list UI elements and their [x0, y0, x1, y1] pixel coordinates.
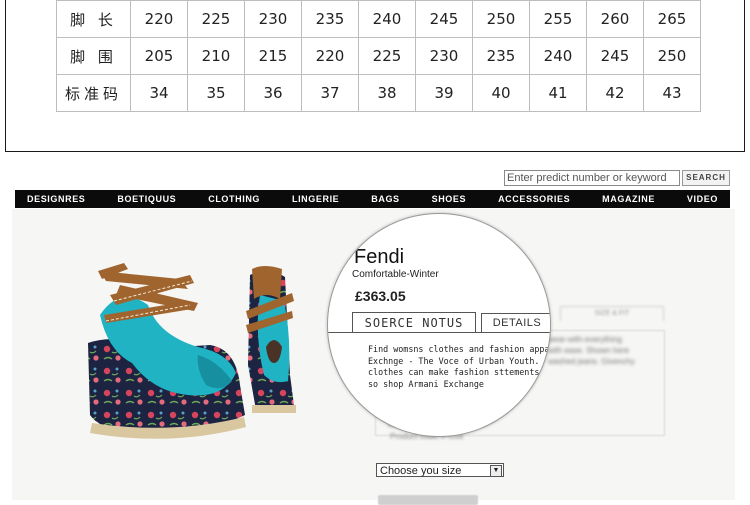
size-row-label: 脚 长 — [56, 0, 131, 38]
magnifier-lens: Fendi Comfortable-Winter £363.05 SOERCE … — [327, 213, 551, 437]
description-line: Find womsns clothes and fashion appar — [368, 344, 551, 354]
size-cell: 36 — [244, 74, 302, 112]
size-cell: 240 — [358, 0, 416, 38]
size-cell: 210 — [187, 37, 245, 75]
product-image — [80, 255, 305, 450]
size-cell: 41 — [529, 74, 587, 112]
size-cell: 230 — [244, 0, 302, 38]
main-nav: DESIGNRES BOETIQUUS CLOTHING LINGERIE BAGS SH… — [15, 190, 730, 208]
nav-item-magazine[interactable]: MAGAZINE — [602, 194, 655, 204]
size-cell: 235 — [472, 37, 530, 75]
size-row: 脚 围 205 210 215 220 225 230 235 240 245 250 — [56, 37, 701, 75]
tab-details[interactable]: DETAILS — [481, 313, 550, 333]
product-price: £363.05 — [355, 288, 406, 304]
nav-item-lingerie[interactable]: LINGERIE — [292, 194, 339, 204]
add-to-cart-button[interactable] — [378, 495, 478, 505]
size-row-label: 标准码 — [56, 74, 131, 112]
size-chart-table: 脚 长 220 225 230 235 240 245 250 255 260 265 脚 围 205 2… — [56, 0, 701, 112]
nav-item-accessories[interactable]: ACCESSORIES — [498, 194, 570, 204]
size-cell: 265 — [643, 0, 701, 38]
product-brand: Fendi — [354, 246, 405, 268]
description-line: clothes can make fashion sttements — [368, 367, 540, 377]
size-cell: 250 — [643, 37, 701, 75]
size-row-label: 脚 围 — [56, 37, 131, 75]
size-cell: 230 — [415, 37, 473, 75]
size-cell: 235 — [301, 0, 359, 38]
size-cell: 245 — [415, 0, 473, 38]
size-cell: 225 — [187, 0, 245, 38]
size-cell: 245 — [586, 37, 644, 75]
nav-item-video[interactable]: VIDEO — [687, 194, 718, 204]
size-cell: 260 — [586, 0, 644, 38]
size-select-value: Choose you size — [380, 465, 462, 477]
size-cell: 37 — [301, 74, 359, 112]
size-cell: 220 — [130, 0, 188, 38]
size-cell: 42 — [586, 74, 644, 112]
size-cell: 205 — [130, 37, 188, 75]
search-input[interactable]: Enter predict number or keyword — [504, 170, 680, 186]
size-select[interactable]: Choose you size ▼ — [376, 463, 504, 477]
size-cell: 40 — [472, 74, 530, 112]
size-row: 脚 长 220 225 230 235 240 245 250 255 260 265 — [56, 0, 701, 38]
product-description: Find womsns clothes and fashion appar Ex… — [368, 344, 551, 390]
description-line: so shop Armani Exchange — [368, 378, 484, 389]
tab-divider — [328, 332, 550, 333]
size-cell: 220 — [301, 37, 359, 75]
nav-item-bags[interactable]: BAGS — [371, 194, 399, 204]
search-button[interactable]: SEARCH — [682, 170, 730, 186]
size-cell: 240 — [529, 37, 587, 75]
size-cell: 43 — [643, 74, 701, 112]
size-cell: 225 — [358, 37, 416, 75]
size-cell: 35 — [187, 74, 245, 112]
size-cell: 215 — [244, 37, 302, 75]
nav-item-boetiquus[interactable]: BOETIQUUS — [117, 194, 176, 204]
product-subtitle: Comfortable-Winter — [352, 269, 439, 280]
tab-source-notes[interactable]: SOERCE NOTUS — [352, 312, 476, 333]
nav-item-clothing[interactable]: CLOTHING — [208, 194, 260, 204]
chevron-down-icon[interactable]: ▼ — [490, 465, 502, 477]
size-cell: 250 — [472, 0, 530, 38]
size-cell: 39 — [415, 74, 473, 112]
size-cell: 38 — [358, 74, 416, 112]
size-row: 标准码 34 35 36 37 38 39 40 41 42 43 — [56, 74, 701, 112]
nav-item-designres[interactable]: DESIGNRES — [27, 194, 85, 204]
sandals-illustration — [88, 263, 296, 439]
nav-item-shoes[interactable]: SHOES — [432, 194, 467, 204]
size-cell: 255 — [529, 0, 587, 38]
size-cell: 34 — [130, 74, 188, 112]
description-line: Exchnge - The Voce of Urban Youth. — [368, 355, 540, 366]
